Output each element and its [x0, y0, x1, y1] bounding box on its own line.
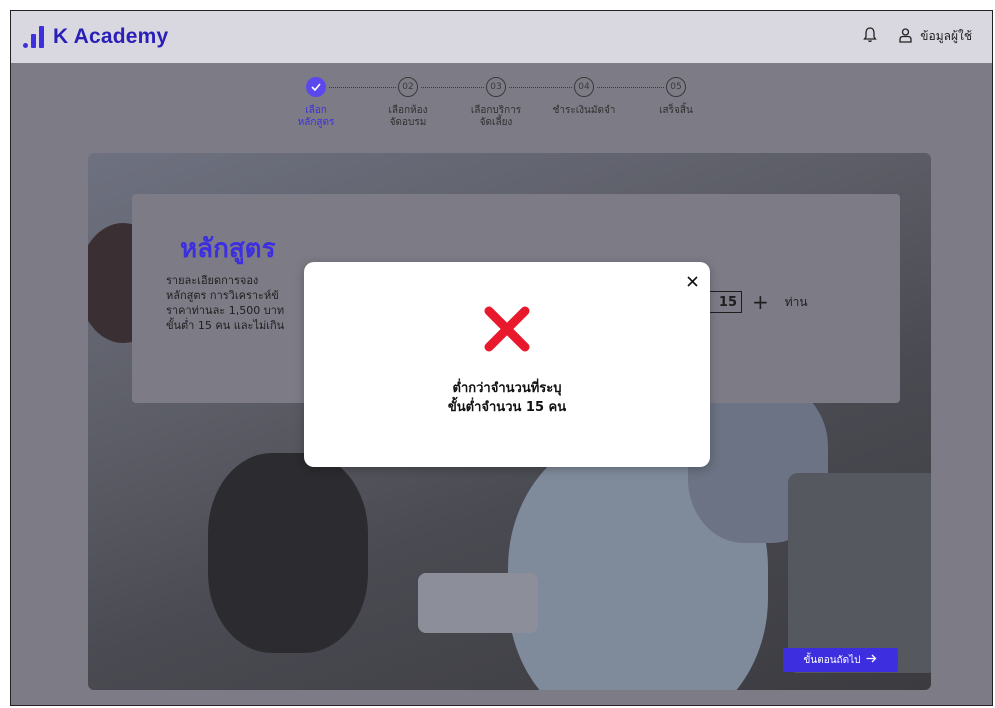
step-1-circle: [306, 77, 326, 97]
close-icon[interactable]: [687, 272, 698, 291]
step-connector: [597, 87, 664, 88]
step-5-circle: 05: [666, 77, 686, 97]
user-menu[interactable]: ข้อมูลผู้ใช้: [899, 27, 972, 46]
user-icon: [899, 27, 912, 46]
step-connector: [421, 87, 484, 88]
user-label: ข้อมูลผู้ใช้: [920, 29, 972, 43]
logo-icon: [23, 26, 45, 48]
next-step-button[interactable]: ขั้นตอนถัดไป: [783, 648, 898, 672]
step-2-label[interactable]: เลือกห้องจัดอบรม: [383, 105, 433, 129]
error-x-icon: [484, 306, 530, 352]
bell-icon[interactable]: [863, 27, 878, 46]
progress-stepper: 02 03 04 05 เลือกหลักสูตร เลือกห้องจัดอบ…: [11, 77, 992, 157]
course-title: หลักสูตร: [180, 234, 276, 264]
header: K Academy ข้อมูลผู้ใช้: [11, 11, 992, 63]
logo-text: K Academy: [53, 25, 169, 48]
step-4-label[interactable]: ชำระเงินมัดจำ: [549, 105, 619, 117]
step-5-label[interactable]: เสร็จสิ้น: [641, 105, 711, 117]
step-3-label[interactable]: เลือกบริการจัดเลี้ยง: [468, 105, 524, 129]
logo[interactable]: K Academy: [23, 25, 168, 49]
modal-message: ต่ำกว่าจำนวนที่ระบุ ขั้นต่ำจำนวน 15 คน: [304, 379, 710, 417]
quantity-stepper: 15 + ท่าน: [708, 290, 808, 314]
course-name: หลักสูตร การวิเคราะห์ข้: [166, 289, 279, 302]
page: K Academy ข้อมูลผู้ใช้ 02 03 04 05 เลือก…: [11, 11, 992, 705]
course-capacity: ขั้นต่ำ 15 คน และไม่เกิน: [166, 319, 285, 332]
course-details: รายละเอียดการจอง หลักสูตร การวิเคราะห์ข้…: [166, 273, 284, 333]
check-icon: [311, 83, 321, 91]
modal-message-line1: ต่ำกว่าจำนวนที่ระบุ: [452, 381, 562, 396]
quantity-input[interactable]: 15: [708, 291, 742, 313]
error-modal: ต่ำกว่าจำนวนที่ระบุ ขั้นต่ำจำนวน 15 คน: [304, 262, 710, 467]
step-3-circle: 03: [486, 77, 506, 97]
step-1-label[interactable]: เลือกหลักสูตร: [291, 105, 341, 129]
plus-icon[interactable]: +: [752, 290, 769, 314]
next-step-label: ขั้นตอนถัดไป: [803, 654, 861, 666]
booking-details-label: รายละเอียดการจอง: [166, 274, 259, 287]
app-frame: K Academy ข้อมูลผู้ใช้ 02 03 04 05 เลือก…: [10, 10, 993, 706]
step-2-circle: 02: [398, 77, 418, 97]
step-connector: [509, 87, 572, 88]
course-price: ราคาท่านละ 1,500 บาท: [166, 304, 285, 317]
arrow-right-icon: [866, 654, 877, 666]
step-connector: [329, 87, 396, 88]
step-4-circle: 04: [574, 77, 594, 97]
header-actions: ข้อมูลผู้ใช้: [863, 27, 972, 46]
modal-message-line2: ขั้นต่ำจำนวน 15 คน: [447, 400, 567, 415]
quantity-unit: ท่าน: [784, 294, 808, 309]
